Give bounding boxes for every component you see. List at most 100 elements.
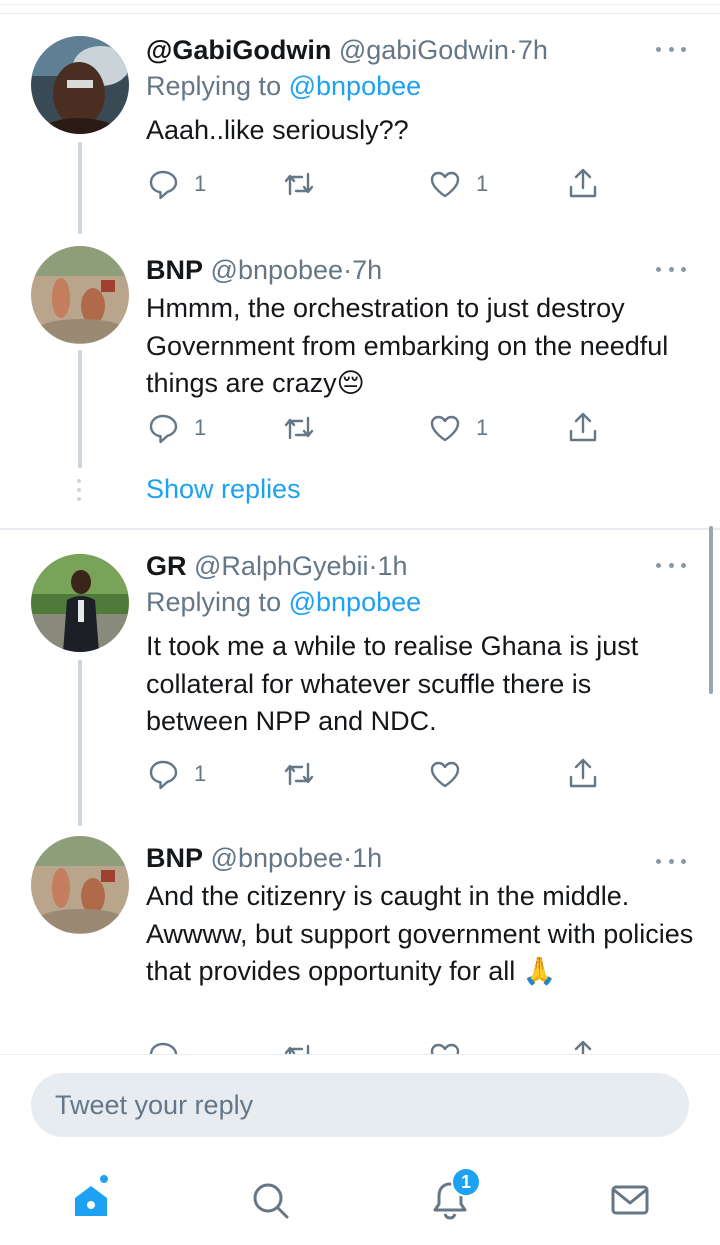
tweet-header: GR @RalphGyebii·1h (146, 548, 696, 584)
tweet-text: Hmmm, the orchestration to just destroy … (146, 293, 669, 398)
replying-to: Replying to @bnpobee (146, 68, 696, 104)
handle[interactable]: @bnpobee (211, 255, 344, 285)
reply-count: 1 (194, 171, 207, 196)
search-icon (253, 1183, 289, 1219)
scrollbar[interactable] (709, 526, 713, 694)
show-replies-link[interactable]: Show replies (146, 474, 301, 505)
tweet-actions: 1 1 (146, 408, 616, 448)
more-icon[interactable] (656, 856, 686, 866)
timestamp[interactable]: 7h (518, 35, 548, 65)
tab-bar: 1 (0, 1155, 720, 1245)
handle[interactable]: @RalphGyebii (194, 551, 369, 581)
retweet-icon (284, 1044, 310, 1054)
tweet-text: And the citizenry is caught in the middl… (146, 881, 694, 986)
reply-input[interactable] (31, 1073, 689, 1137)
tweet-actions: 1 (146, 754, 616, 794)
replying-prefix: Replying to (146, 587, 282, 617)
share-icon (569, 412, 597, 442)
thread-divider (0, 528, 720, 530)
replying-prefix: Replying to (146, 71, 282, 101)
like-icon (430, 415, 460, 442)
tweet-actions: 1 1 (146, 164, 616, 204)
notification-badge: 1 (451, 1167, 481, 1197)
tweet-header: BNP @bnpobee·7h (146, 252, 696, 288)
retweet-button[interactable] (282, 408, 316, 448)
thread-line (78, 350, 82, 468)
tab-messages[interactable] (605, 1175, 655, 1225)
share-button[interactable] (566, 164, 600, 204)
conversation-list[interactable]: @GabiGodwin @gabiGodwin·7h Replying to @… (0, 14, 720, 1054)
like-button[interactable]: 1 (428, 164, 488, 204)
tab-notifications[interactable]: 1 (425, 1167, 481, 1225)
more-icon[interactable] (656, 44, 686, 54)
share-button[interactable] (566, 1036, 600, 1054)
separator: · (343, 255, 353, 285)
retweet-icon (284, 172, 314, 196)
like-icon (430, 761, 460, 788)
top-divider (0, 0, 720, 14)
like-icon (430, 1043, 460, 1054)
more-icon[interactable] (656, 560, 686, 570)
retweet-icon (284, 416, 314, 440)
display-name[interactable]: BNP (146, 843, 203, 873)
tab-search[interactable] (245, 1175, 295, 1225)
mention-link[interactable]: @bnpobee (289, 71, 422, 101)
avatar[interactable] (31, 246, 129, 344)
retweet-button[interactable] (282, 1036, 316, 1054)
tweet-header: BNP @bnpobee·1h (146, 840, 696, 876)
mention-link[interactable]: @bnpobee (289, 587, 422, 617)
reply-icon (149, 1042, 178, 1054)
retweet-button[interactable] (282, 754, 316, 794)
display-name[interactable]: GR (146, 551, 187, 581)
tweet-text: Aaah..like seriously?? (146, 115, 409, 145)
like-icon (430, 171, 460, 198)
tweet-actions (146, 1036, 616, 1054)
share-icon (569, 758, 597, 788)
reply-count: 1 (194, 761, 207, 786)
display-name[interactable]: BNP (146, 255, 203, 285)
display-name[interactable]: @GabiGodwin (146, 35, 331, 65)
reply-button[interactable]: 1 (146, 408, 206, 448)
tab-home[interactable] (66, 1173, 116, 1225)
more-icon[interactable] (656, 264, 686, 274)
bottom-panel: 1 (0, 1054, 720, 1245)
retweet-button[interactable] (282, 164, 316, 204)
tweet-header: @GabiGodwin @gabiGodwin·7h (146, 32, 696, 68)
reply-icon (149, 760, 178, 790)
reply-icon (149, 414, 178, 444)
reply-button[interactable]: 1 (146, 754, 206, 794)
home-icon (75, 1186, 107, 1216)
avatar[interactable] (31, 554, 129, 652)
tweet-text: It took me a while to realise Ghana is j… (146, 631, 639, 736)
retweet-icon (284, 762, 314, 786)
reply-icon (149, 170, 178, 200)
new-content-dot (98, 1173, 110, 1185)
separator: · (368, 551, 378, 581)
thread-line (78, 660, 82, 826)
reply-button[interactable]: 1 (146, 164, 206, 204)
avatar[interactable] (31, 836, 129, 934)
like-count: 1 (476, 171, 489, 196)
like-count: 1 (476, 415, 489, 440)
share-button[interactable] (566, 754, 600, 794)
share-icon (574, 1040, 592, 1054)
like-button[interactable] (428, 1036, 462, 1054)
thread-continuation-dots (76, 479, 82, 501)
replying-to: Replying to @bnpobee (146, 584, 696, 620)
mail-icon (611, 1185, 649, 1215)
separator: · (508, 35, 518, 65)
like-button[interactable] (428, 754, 462, 794)
reply-count: 1 (194, 415, 207, 440)
like-button[interactable]: 1 (428, 408, 488, 448)
handle[interactable]: @bnpobee (211, 843, 344, 873)
reply-button[interactable] (146, 1036, 180, 1054)
separator: · (343, 843, 353, 873)
thread-line (78, 142, 82, 234)
timestamp[interactable]: 1h (352, 843, 382, 873)
handle[interactable]: @gabiGodwin (339, 35, 509, 65)
timestamp[interactable]: 7h (352, 255, 382, 285)
timestamp[interactable]: 1h (378, 551, 408, 581)
avatar[interactable] (31, 36, 129, 134)
share-icon (569, 168, 597, 198)
share-button[interactable] (566, 408, 600, 448)
